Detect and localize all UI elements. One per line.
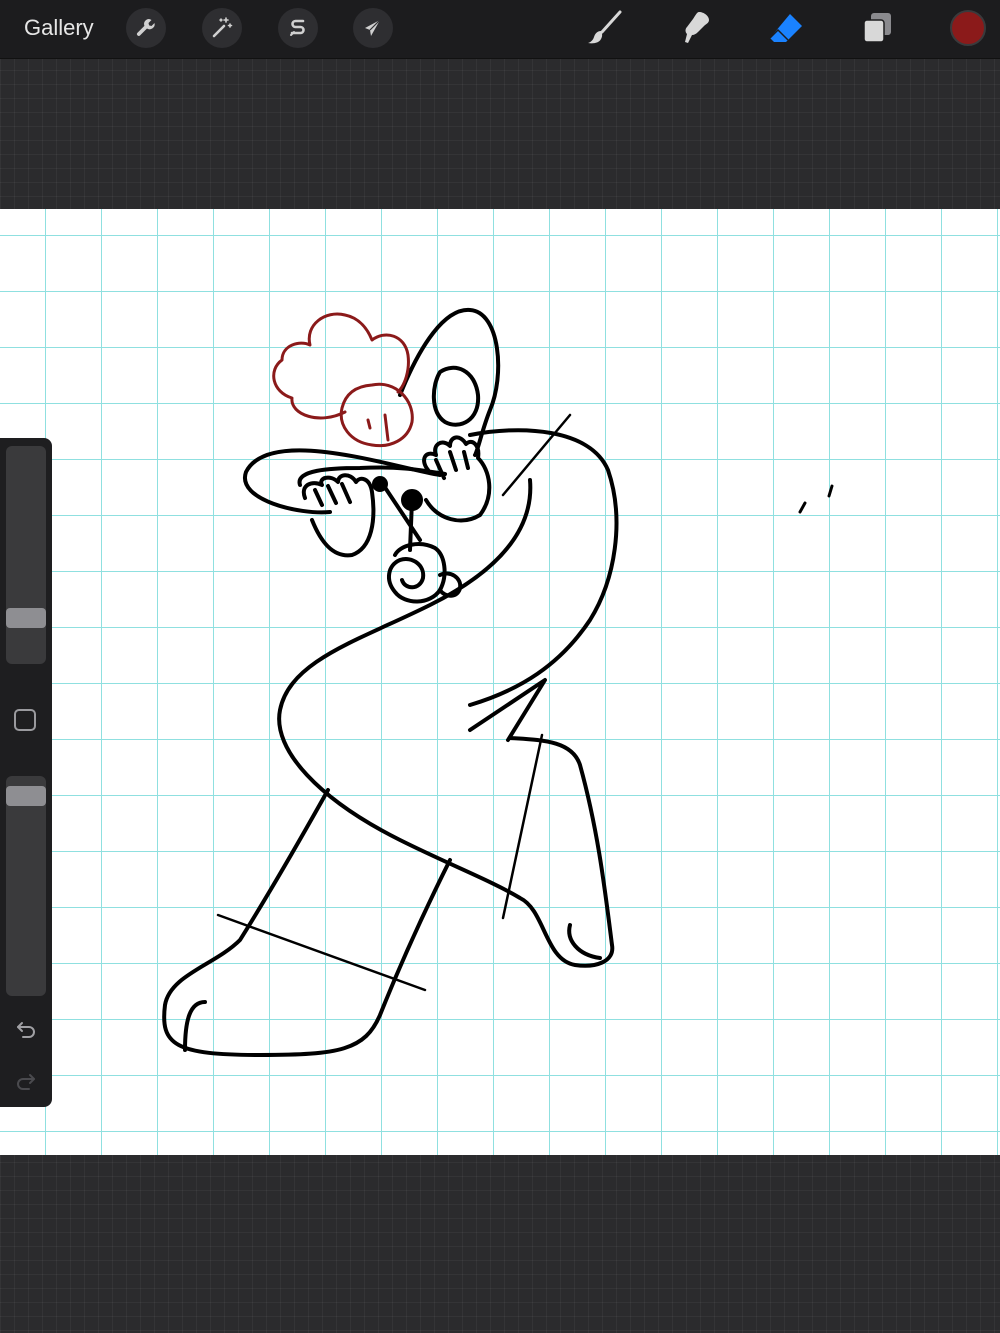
sketch-stroke: [501, 733, 544, 920]
sketch-stroke: [372, 476, 388, 492]
sketch-layer: [162, 307, 834, 1057]
brush-button[interactable]: [582, 6, 626, 50]
arrow-cursor-icon: [365, 19, 381, 36]
sketch-stroke: [567, 923, 602, 960]
sketch-stroke: [422, 435, 492, 523]
sketch-stroke: [162, 788, 452, 1057]
layers-icon: [863, 13, 891, 43]
undo-button[interactable]: [12, 1016, 40, 1044]
current-color-swatch[interactable]: [950, 10, 986, 46]
modify-button[interactable]: [14, 709, 36, 731]
accent-stroke: [339, 382, 414, 448]
brush-size-thumb[interactable]: [6, 608, 46, 628]
adjustments-button[interactable]: [202, 8, 242, 48]
redo-icon: [17, 1074, 35, 1090]
sketch-stroke: [387, 542, 447, 604]
sketch-stroke: [798, 484, 834, 514]
sketch-stroke: [468, 428, 619, 707]
brush-icon: [588, 10, 622, 44]
eraser-icon: [769, 14, 802, 42]
undo-icon: [17, 1022, 35, 1038]
wrench-icon: [136, 19, 155, 36]
sketch-stroke: [431, 365, 481, 427]
brush-size-slider[interactable]: [6, 446, 46, 664]
sketch-stroke: [401, 489, 423, 511]
layers-button[interactable]: [855, 6, 899, 50]
brush-sidebar: [0, 438, 52, 1107]
brush-opacity-thumb[interactable]: [6, 786, 46, 806]
smudge-button[interactable]: [673, 6, 717, 50]
actions-button[interactable]: [126, 8, 166, 48]
sketch-stroke: [183, 1000, 207, 1052]
eraser-button[interactable]: [764, 6, 808, 50]
magic-wand-icon: [212, 17, 233, 38]
top-toolbar: Gallery: [0, 0, 1000, 59]
sketch-stroke: [313, 482, 352, 507]
selection-s-icon: [290, 19, 305, 36]
drawing-canvas[interactable]: [0, 209, 1000, 1155]
smudge-icon: [685, 12, 709, 43]
sketch-stroke: [277, 478, 615, 968]
selection-button[interactable]: [278, 8, 318, 48]
sketch-stroke: [301, 473, 376, 558]
sketch-stroke: [434, 450, 470, 480]
redo-button[interactable]: [12, 1068, 40, 1096]
brush-opacity-slider[interactable]: [6, 776, 46, 996]
gallery-button[interactable]: Gallery: [24, 15, 94, 41]
accent-stroke: [272, 312, 410, 420]
sketch-stroke: [501, 413, 572, 497]
accent-stroke: [366, 413, 390, 442]
transform-button[interactable]: [353, 8, 393, 48]
sketch-stroke: [216, 913, 427, 992]
